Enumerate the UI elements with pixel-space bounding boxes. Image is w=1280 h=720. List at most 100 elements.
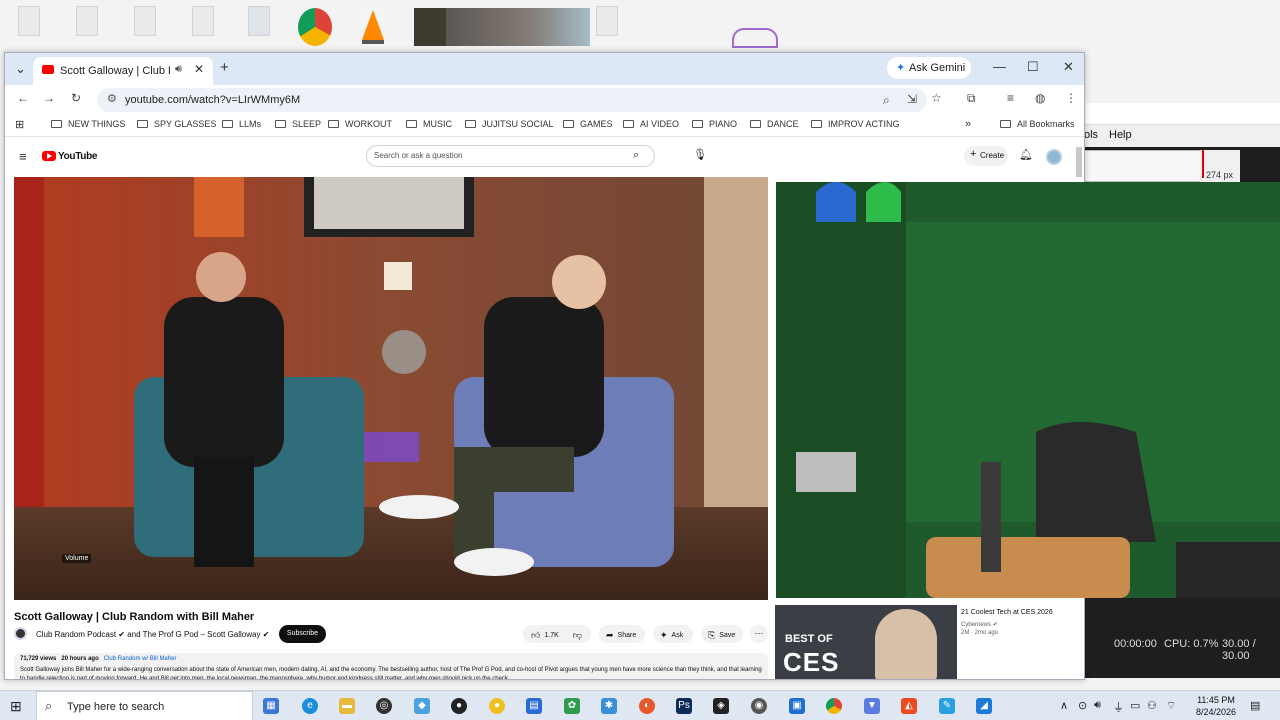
site-info-icon[interactable]: ⚙ [107, 92, 117, 105]
subscribe-button[interactable]: Subscribe [279, 625, 326, 643]
all-bookmarks-folder[interactable]: All Bookmarks [1000, 119, 1075, 129]
recommended-title[interactable]: 21 Coolest Tech at CES 2026 [961, 609, 1053, 616]
url-text[interactable]: youtube.com/watch?v=LIrWMmy6M [125, 94, 300, 106]
extensions-icon[interactable]: ⧉ [967, 91, 976, 106]
app-icon[interactable]: ✎ [939, 698, 955, 714]
taskbar-search-input[interactable]: ⌕ Type here to search [36, 691, 253, 720]
bookmark-folder[interactable]: GAMES [563, 119, 613, 129]
photoshop-icon[interactable]: Ps [676, 698, 692, 714]
channel-primary[interactable]: Club Random Podcast [36, 630, 116, 639]
voice-search-icon[interactable]: 🎙︎ [693, 148, 707, 161]
wifi-icon[interactable]: ⌔ [1166, 699, 1176, 713]
chrome-shortcut-icon[interactable] [298, 8, 332, 46]
bookmark-folder[interactable]: MUSIC [406, 119, 452, 129]
forward-icon[interactable]: → [43, 91, 55, 105]
video-player[interactable]: Volume [14, 177, 768, 600]
media-control-icon[interactable]: ≡ [1007, 91, 1014, 105]
ask-button[interactable]: ✦ Ask [653, 625, 693, 643]
file-explorer-icon[interactable]: ▬ [339, 698, 355, 714]
desktop-image-icon[interactable] [446, 8, 590, 46]
notifications-icon[interactable]: ▤ [1250, 699, 1260, 712]
bookmark-folder[interactable]: IMPROV ACTING [811, 119, 900, 129]
new-tab-icon[interactable]: + [220, 59, 229, 76]
apps-grid-icon[interactable]: ⊞ [15, 118, 24, 131]
share-button[interactable]: ➦ Share [599, 625, 645, 643]
app-icon[interactable]: ◢ [976, 698, 992, 714]
bookmark-folder[interactable]: AI VIDEO [623, 119, 679, 129]
guide-menu-icon[interactable]: ≡ [19, 149, 27, 164]
desktop-file-icon[interactable] [18, 6, 40, 36]
address-bar[interactable]: ⚙ youtube.com/watch?v=LIrWMmy6M ⌕ ⇲ [97, 88, 927, 112]
bookmark-folder[interactable]: SPY GLASSES [137, 119, 216, 129]
tab-search-icon[interactable]: ⌄ [15, 61, 26, 77]
windows-start-icon[interactable]: ⊞ [10, 698, 22, 715]
menu-help[interactable]: Help [1109, 129, 1132, 141]
notifications-bell-icon[interactable]: 🔔︎ [1019, 148, 1033, 161]
channel-name[interactable]: Club Random Podcast ✔ and The Prof G Pod… [36, 630, 269, 639]
reload-icon[interactable]: ↻ [71, 91, 81, 105]
desktop-file-icon[interactable] [248, 6, 270, 36]
bookmark-folder[interactable]: JUJITSU SOCIAL [465, 119, 554, 129]
task-view-icon[interactable]: ▦ [263, 698, 279, 714]
bookmark-folder[interactable]: NEW THINGS [51, 119, 125, 129]
more-menu-icon[interactable]: ⋮ [1065, 91, 1077, 105]
channel-collab[interactable]: and The Prof G Pod – Scott Galloway [127, 630, 260, 639]
network-icon[interactable]: ⚇ [1147, 699, 1157, 712]
ask-gemini-button[interactable]: ✦ Ask Gemini [887, 57, 971, 79]
recommended-channel[interactable]: Cybernews ✔ [961, 621, 998, 628]
app-icon[interactable]: ◆ [414, 698, 430, 714]
tab-close-icon[interactable]: ✕ [194, 62, 204, 76]
maximize-icon[interactable]: ☐ [1027, 59, 1039, 75]
chrome-icon[interactable] [826, 698, 842, 714]
playlist-tag[interactable]: Club Random w/ Bill Maher [104, 656, 177, 662]
desktop-image-icon[interactable] [414, 8, 446, 46]
description-box[interactable]: 71,729 views 20 hours ago Club Random w/… [14, 653, 768, 679]
more-actions-icon[interactable]: ⋯ [750, 625, 768, 643]
desktop-file-icon[interactable] [596, 6, 618, 36]
window-close-icon[interactable]: ✕ [1063, 59, 1074, 75]
install-app-icon[interactable]: ⇲ [907, 92, 917, 106]
profile-avatar-icon[interactable]: ◍ [1035, 91, 1045, 105]
app-icon[interactable]: ◉ [751, 698, 767, 714]
thumbs-up-icon[interactable]: 👍︎ [531, 630, 540, 640]
page-scrollbar[interactable] [1076, 147, 1082, 177]
display-icon[interactable]: ▭ [1130, 699, 1140, 712]
desktop-drawing-icon[interactable] [732, 28, 778, 48]
tab-active[interactable]: Scott Galloway | Club Rand 🔊︎ ✕ [33, 57, 213, 85]
bookmark-folder[interactable]: WORKOUT [328, 119, 392, 129]
search-icon[interactable]: ⌕ [633, 149, 639, 162]
bookmark-folder[interactable]: LLMs [222, 119, 261, 129]
recommended-thumbnail[interactable]: BEST OF CES [775, 605, 957, 679]
app-icon[interactable]: ✿ [564, 698, 580, 714]
account-avatar[interactable] [1046, 149, 1062, 165]
app-icon[interactable]: ▣ [789, 698, 805, 714]
volume-icon[interactable]: 🔊︎ [1094, 699, 1101, 712]
menu-tools[interactable]: ols [1084, 129, 1098, 141]
back-icon[interactable]: ← [17, 91, 29, 105]
create-button[interactable]: + Create [964, 146, 1008, 166]
thumbs-down-icon[interactable]: 👎︎ [573, 630, 582, 640]
bookmark-folder[interactable]: SLEEP [275, 119, 321, 129]
channel-avatar[interactable] [14, 627, 27, 640]
vlc-shortcut-icon[interactable] [358, 8, 388, 46]
bookmark-folder[interactable]: PIANO [692, 119, 737, 129]
obs-icon[interactable]: ● [451, 698, 467, 714]
desktop-file-icon[interactable] [134, 6, 156, 36]
davinci-icon[interactable]: ◈ [713, 698, 729, 714]
document-icon[interactable]: ▤ [526, 698, 542, 714]
search-input[interactable]: Search or ask a question ⌕ [366, 145, 655, 167]
app-icon[interactable]: ◎ [376, 698, 392, 714]
minimize-icon[interactable]: — [993, 59, 1006, 74]
recommended-channel-name[interactable]: Cybernews [961, 622, 991, 628]
save-button[interactable]: ⎘ Save [701, 625, 743, 643]
audio-playing-icon[interactable]: 🔊︎ [175, 63, 182, 76]
tray-app-icon[interactable]: ⊙ [1078, 699, 1087, 712]
zoom-icon[interactable]: ⌕ [883, 93, 890, 108]
system-clock[interactable]: 11:45 PM 8/24/2026 [1186, 694, 1246, 718]
bookmark-folder[interactable]: DANCE [750, 119, 799, 129]
app-icon[interactable]: ● [489, 698, 505, 714]
tray-overflow-icon[interactable]: ∧ [1060, 699, 1068, 712]
app-icon[interactable]: ✱ [601, 698, 617, 714]
edge-icon[interactable]: e [302, 698, 318, 714]
like-dislike-group[interactable]: 👍︎ 1.7K 👎︎ [523, 625, 591, 643]
